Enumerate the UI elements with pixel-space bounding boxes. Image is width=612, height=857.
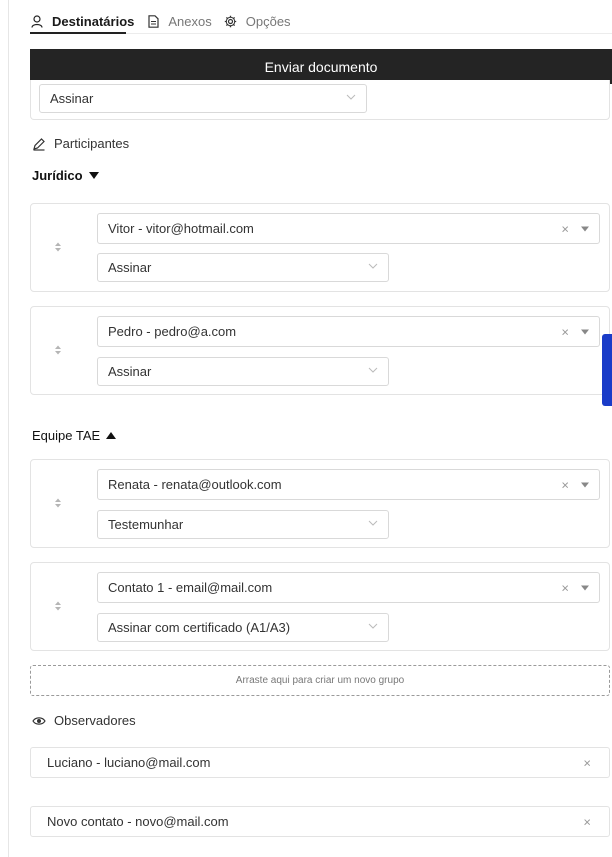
group-title-equipe-tae[interactable]: Equipe TAE (32, 428, 117, 443)
gear-icon (224, 14, 238, 28)
remove-icon[interactable]: × (583, 755, 591, 770)
chevron-down-icon (346, 92, 356, 102)
action-select[interactable]: Assinar (97, 357, 389, 386)
action-select[interactable]: Assinar (97, 253, 389, 282)
contact-select[interactable]: Renata - renata@outlook.com × (97, 469, 600, 500)
active-tab-indicator (30, 32, 126, 34)
drag-handle-icon[interactable] (54, 344, 62, 356)
tab-bar: Destinatários Anexos Opções (30, 8, 291, 34)
observers-section-label: Observadores (32, 713, 136, 728)
panel-left-border (8, 0, 9, 857)
contact-select[interactable]: Vitor - vitor@hotmail.com × (97, 213, 600, 244)
drag-handle-icon[interactable] (54, 600, 62, 612)
chevron-down-icon (368, 518, 378, 528)
caret-down-icon (581, 329, 589, 334)
caret-down-icon (581, 482, 589, 487)
clear-icon[interactable]: × (561, 221, 569, 236)
tab-anexos[interactable]: Anexos (146, 8, 212, 34)
contact-select[interactable]: Pedro - pedro@a.com × (97, 316, 600, 347)
action-select[interactable]: Assinar com certificado (A1/A3) (97, 613, 389, 642)
tab-label: Destinatários (52, 13, 135, 29)
eye-icon (32, 716, 46, 725)
caret-up-icon (106, 432, 117, 439)
action-select[interactable]: Testemunhar (97, 510, 389, 539)
tab-destinatarios[interactable]: Destinatários (30, 8, 134, 34)
tab-label: Opções (245, 13, 291, 29)
clear-icon[interactable]: × (561, 477, 569, 492)
remove-icon[interactable]: × (583, 814, 591, 829)
group-title-juridico[interactable]: Jurídico (32, 168, 99, 183)
observer-item: Novo contato - novo@mail.com × (30, 806, 610, 837)
tab-label: Anexos (168, 13, 212, 29)
contact-select[interactable]: Contato 1 - email@mail.com × (97, 572, 600, 603)
caret-down-icon (88, 172, 99, 179)
chevron-down-icon (368, 261, 378, 271)
pencil-icon (33, 137, 45, 151)
user-icon (30, 14, 44, 28)
side-panel-handle[interactable] (602, 334, 612, 406)
caret-down-icon (581, 226, 589, 231)
drag-handle-icon[interactable] (54, 497, 62, 509)
send-document-button[interactable]: Enviar documento (30, 49, 612, 84)
clear-icon[interactable]: × (561, 324, 569, 339)
observer-item: Luciano - luciano@mail.com × (30, 747, 610, 778)
caret-down-icon (581, 585, 589, 590)
file-icon (146, 14, 160, 28)
action-select[interactable]: Assinar (39, 84, 367, 113)
new-group-dropzone[interactable]: Arraste aqui para criar um novo grupo (30, 665, 610, 696)
clear-icon[interactable]: × (561, 580, 569, 595)
chevron-down-icon (368, 621, 378, 631)
tab-opcoes[interactable]: Opções (224, 8, 291, 34)
drag-handle-icon[interactable] (54, 241, 62, 253)
chevron-down-icon (368, 365, 378, 375)
participants-section-label: Participantes (32, 136, 129, 151)
